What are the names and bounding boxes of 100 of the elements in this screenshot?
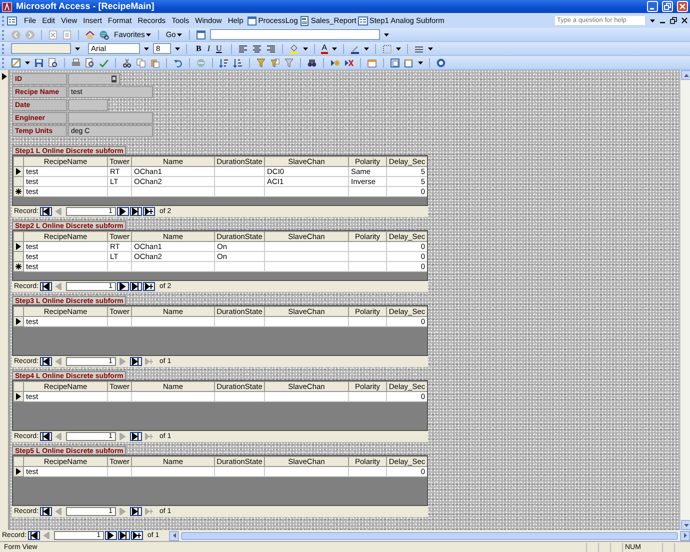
next-record-button[interactable] [116,207,129,216]
scroll-left-button[interactable] [169,530,180,540]
last-record-button[interactable] [130,507,142,516]
line-style-icon[interactable] [414,44,424,54]
caret-icon[interactable] [428,46,434,50]
caret-icon[interactable] [332,46,338,50]
window-title: Microsoft Access - [RecipeMain] [16,2,154,11]
view-icon[interactable] [11,58,21,68]
align-center-icon[interactable] [252,44,262,54]
row-selector[interactable] [14,242,24,252]
first-record-icon [42,283,50,290]
align-left-icon[interactable] [238,44,248,54]
last-record-button[interactable] [130,357,142,366]
previous-record-icon [54,208,63,215]
align-right-icon[interactable] [266,44,276,54]
database-window-icon[interactable] [390,58,400,68]
last-record-button[interactable] [130,207,142,216]
font-color-button[interactable]: A [320,44,328,54]
new-record-icon [144,283,153,290]
input-field[interactable] [68,99,108,111]
print-icon[interactable] [71,58,81,68]
pen-icon[interactable] [350,44,360,54]
underline-button[interactable]: U [213,44,225,52]
delete-record-icon[interactable] [344,58,354,68]
scrollbar-thumb[interactable] [181,532,678,540]
properties-icon[interactable] [367,58,377,68]
new-record-button[interactable] [142,282,155,291]
bold-button[interactable]: B [193,44,204,52]
last-record-button[interactable] [118,531,130,540]
home-icon[interactable] [85,30,95,40]
first-record-icon [42,208,50,215]
paste-icon[interactable] [150,58,160,68]
copy-icon[interactable] [136,58,146,68]
first-record-button[interactable] [40,282,52,291]
new-record-button[interactable] [142,207,155,216]
save-icon[interactable] [34,58,44,68]
restore-button[interactable] [662,1,673,12]
caret-icon[interactable] [396,46,402,50]
record-pointer-icon[interactable] [2,73,7,80]
input-field[interactable] [68,112,153,124]
border-icon[interactable] [382,44,392,54]
caret-icon[interactable] [144,46,149,50]
new-record-icon[interactable] [330,58,340,68]
first-record-button[interactable] [40,432,52,441]
scroll-up-button[interactable] [681,70,690,80]
cut-icon[interactable] [122,58,132,68]
last-record-button[interactable] [130,432,142,441]
sort-descending-icon[interactable] [233,58,243,68]
row-pointer-icon[interactable] [16,468,21,475]
caret-icon[interactable] [302,46,308,50]
next-record-button[interactable] [116,282,129,291]
undo-icon[interactable] [173,58,183,68]
first-record-button[interactable] [40,507,52,516]
autonumber-icon [111,75,117,83]
first-record-button[interactable] [40,357,52,366]
caret-icon[interactable] [75,46,80,50]
row-pointer-icon[interactable] [16,393,21,400]
row-pointer-icon[interactable] [16,318,21,325]
row-selector[interactable] [14,392,24,402]
caret-icon [146,32,151,36]
close-button[interactable] [677,1,688,12]
next-record-button[interactable] [104,531,117,540]
minimize-button[interactable] [647,1,658,12]
caret-icon[interactable] [650,18,655,22]
caret-icon[interactable] [384,32,389,36]
scroll-down-button[interactable] [681,520,690,530]
first-record-button[interactable] [40,207,52,216]
find-icon[interactable] [307,58,317,68]
caret-icon[interactable] [175,46,180,50]
address-field[interactable] [210,29,380,40]
row-selector[interactable] [14,316,24,326]
window-icon[interactable] [196,30,206,40]
file-search-icon[interactable] [48,58,58,68]
caret-icon[interactable] [364,46,370,50]
last-record-button[interactable] [130,282,142,291]
form-icon[interactable] [7,16,17,26]
caret-icon[interactable] [25,60,30,64]
row-pointer-icon[interactable] [16,168,21,175]
last-record-icon [132,208,140,215]
print-preview-icon[interactable] [85,58,95,68]
object-field[interactable] [11,43,71,54]
sort-ascending-icon[interactable] [219,58,229,68]
bucket-icon[interactable] [288,44,299,54]
globe-icon[interactable] [99,30,109,40]
italic-button[interactable]: I [204,44,214,52]
help-icon[interactable] [436,58,446,68]
caret-icon[interactable] [418,60,423,64]
spelling-icon[interactable] [99,58,109,68]
filter-form-icon[interactable] [270,58,280,68]
new-record-button[interactable] [130,531,143,540]
row-pointer-icon[interactable] [16,243,21,250]
row-selector[interactable] [14,166,24,176]
input-field[interactable] [68,73,120,85]
close-icon[interactable] [681,17,688,24]
new-object-icon[interactable] [404,58,414,68]
scroll-right-button[interactable] [680,530,690,540]
new-record-icon [144,358,153,365]
row-selector[interactable] [14,466,24,476]
previous-record-icon [42,532,51,539]
first-record-button[interactable] [28,531,40,540]
